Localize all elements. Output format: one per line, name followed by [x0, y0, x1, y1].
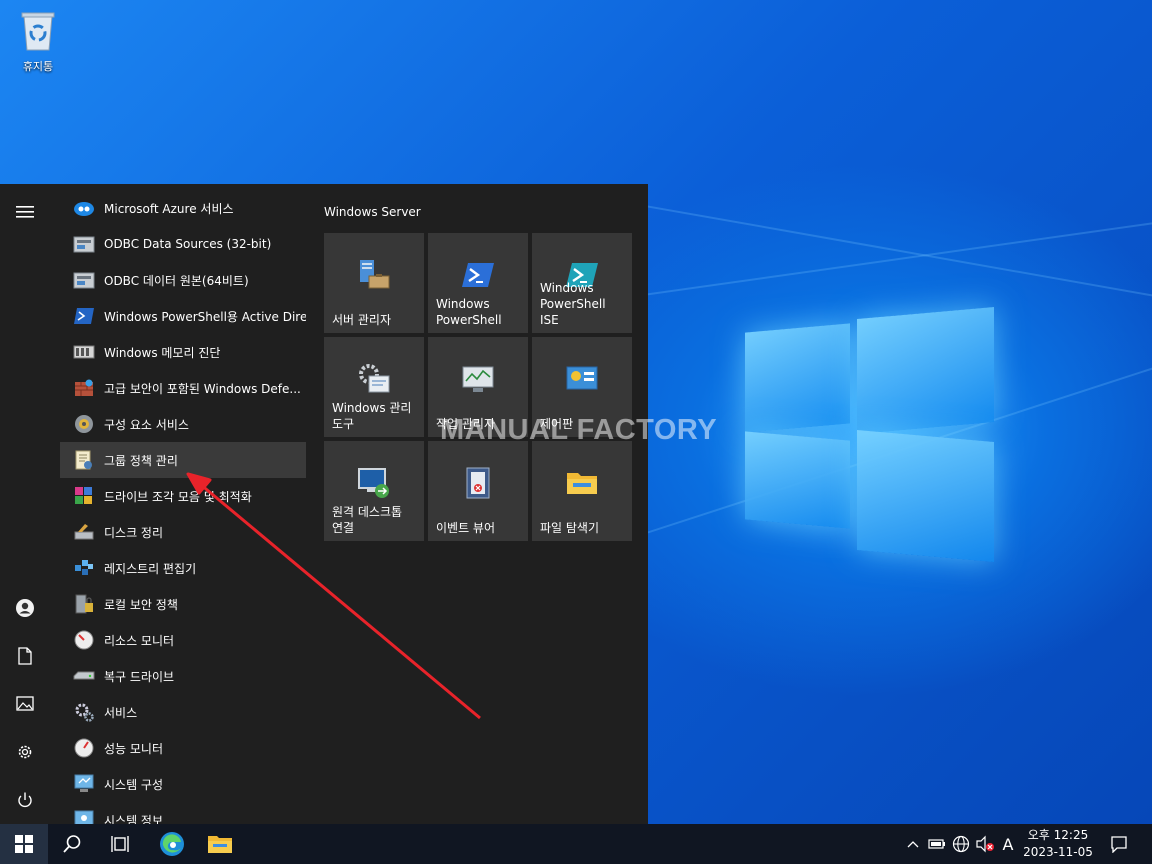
task-view-button[interactable]: [96, 824, 144, 864]
taskbar-file-explorer[interactable]: [196, 824, 244, 864]
windows-start-icon: [15, 835, 33, 853]
edge-icon: [160, 832, 184, 856]
network-tray-icon[interactable]: [950, 824, 972, 864]
file-explorer-icon: [208, 836, 232, 853]
volume-tray-icon[interactable]: [974, 824, 996, 864]
battery-tray-icon[interactable]: [926, 824, 948, 864]
start-button[interactable]: [0, 824, 48, 864]
action-center-button[interactable]: [1104, 824, 1134, 864]
taskbar-clock[interactable]: 오후 12:25 2023-11-05: [1020, 827, 1096, 861]
clock-time: 오후 12:25: [1027, 828, 1089, 842]
globe-icon: [952, 835, 970, 853]
ime-indicator[interactable]: A: [997, 824, 1019, 864]
show-hidden-icons-button[interactable]: [902, 824, 924, 864]
search-button[interactable]: [48, 824, 96, 864]
task-view-icon: [111, 836, 129, 852]
search-icon: [63, 835, 81, 853]
taskbar-edge[interactable]: [148, 824, 196, 864]
volume-muted-icon: [976, 835, 994, 853]
notification-icon: [1111, 836, 1127, 853]
chevron-up-icon: [907, 841, 919, 848]
taskbar: A 오후 12:25 2023-11-05: [0, 824, 1152, 864]
annotation-arrow: [186, 472, 481, 720]
battery-icon: [928, 839, 945, 849]
clock-date: 2023-11-05: [1023, 845, 1093, 859]
